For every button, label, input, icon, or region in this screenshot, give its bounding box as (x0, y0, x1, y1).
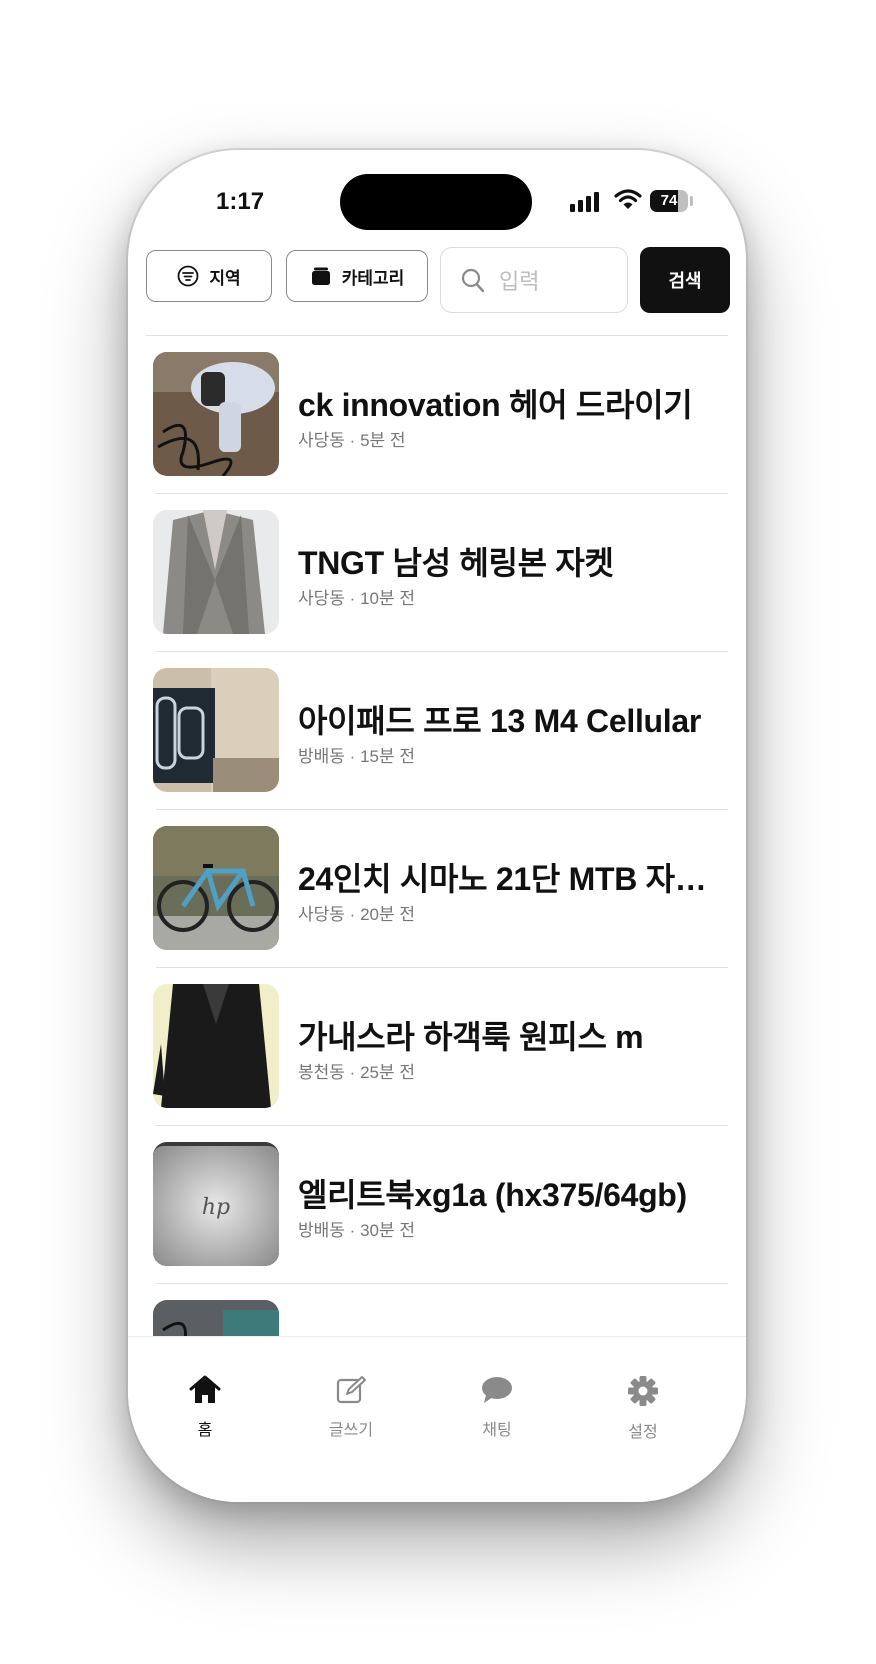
item-meta: 방배동 · 30분 전 (298, 1221, 415, 1240)
list-item[interactable]: hp 엘리트북xg1a (hx375/64gb) 방배동 · 30분 전 (148, 1128, 728, 1284)
header-divider (146, 335, 728, 336)
search-input[interactable] (497, 264, 621, 300)
list-item[interactable]: TNGT 남성 헤링본 자켓 사당동 · 10분 전 (148, 496, 728, 652)
item-thumbnail: hp (153, 1142, 279, 1266)
item-divider (156, 493, 728, 494)
category-icon (311, 267, 330, 285)
region-filter-label: 지역 (209, 268, 241, 288)
search-button[interactable]: 검색 (640, 247, 730, 313)
list-item[interactable]: 보쉬 GBH 2-26 RE 함마드릴 (148, 1286, 728, 1336)
search-icon (461, 268, 485, 293)
phone-frame: 1:17 74 지역 카테고리 입력 검색 ck innovation 헤어 드… (128, 150, 746, 1502)
dynamic-island (340, 174, 532, 230)
item-title: TNGT 남성 헤링본 자켓 (298, 545, 614, 581)
item-meta: 사당동 · 10분 전 (298, 589, 415, 608)
tab-write[interactable]: 글쓰기 (306, 1375, 396, 1440)
svg-text:hp: hp (202, 1195, 230, 1220)
battery-percent: 74 (660, 192, 678, 209)
item-thumbnail (153, 1300, 279, 1336)
status-bar: 1:17 74 (128, 150, 746, 230)
item-thumbnail (153, 984, 279, 1108)
gear-icon (628, 1376, 658, 1406)
edit-icon (336, 1376, 366, 1404)
list-item[interactable]: 아이패드 프로 13 M4 Cellular 방배동 · 15분 전 (148, 654, 728, 810)
cellular-signal-icon (570, 192, 602, 212)
category-filter-label: 카테고리 (341, 268, 405, 288)
list-item[interactable]: ck innovation 헤어 드라이기 사당동 · 5분 전 (148, 338, 728, 494)
item-title: 보쉬 GBH 2-26 RE 함마드릴 (298, 1328, 718, 1336)
tab-chat-label: 채팅 (482, 1422, 512, 1439)
tab-bar: 홈 글쓰기 채팅 설정 (128, 1336, 746, 1502)
filter-icon (177, 265, 199, 287)
chat-icon (482, 1377, 512, 1403)
category-filter-button[interactable]: 카테고리 (286, 250, 428, 302)
tab-write-label: 글쓰기 (328, 1422, 374, 1439)
tab-settings-label: 설정 (628, 1424, 658, 1441)
item-thumbnail (153, 668, 279, 792)
item-divider (156, 809, 728, 810)
item-divider (156, 967, 728, 968)
item-title: ck innovation 헤어 드라이기 (298, 387, 693, 423)
home-icon (189, 1375, 221, 1403)
battery-icon: 74 (650, 190, 688, 212)
item-thumbnail (153, 826, 279, 950)
tab-home[interactable]: 홈 (160, 1375, 250, 1440)
search-field[interactable] (440, 247, 628, 313)
item-divider (156, 1283, 728, 1284)
item-meta: 방배동 · 15분 전 (298, 747, 415, 766)
tab-settings[interactable]: 설정 (598, 1375, 688, 1442)
list-item[interactable]: 가내스라 하객룩 원피스 m 봉천동 · 25분 전 (148, 970, 728, 1126)
status-time: 1:17 (216, 188, 265, 215)
item-divider (156, 1125, 728, 1126)
tab-home-label: 홈 (197, 1422, 213, 1439)
region-filter-button[interactable]: 지역 (146, 250, 272, 302)
wifi-icon (614, 189, 642, 209)
item-title: 24인치 시마노 21단 MTB 자전거 (298, 861, 718, 897)
filter-bar: 지역 카테고리 검색 (146, 242, 730, 313)
tab-chat[interactable]: 채팅 (452, 1375, 542, 1440)
battery-cap (690, 196, 693, 206)
item-divider (156, 651, 728, 652)
item-thumbnail (153, 510, 279, 634)
list-item[interactable]: 24인치 시마노 21단 MTB 자전거 사당동 · 20분 전 (148, 812, 728, 968)
item-title: 가내스라 하객룩 원피스 m (298, 1019, 644, 1055)
item-meta: 봉천동 · 25분 전 (298, 1063, 415, 1082)
item-title: 아이패드 프로 13 M4 Cellular (298, 703, 702, 739)
item-meta: 사당동 · 20분 전 (298, 905, 415, 924)
item-title: 엘리트북xg1a (hx375/64gb) (298, 1177, 687, 1213)
item-meta: 사당동 · 5분 전 (298, 431, 406, 450)
item-list[interactable]: ck innovation 헤어 드라이기 사당동 · 5분 전 TNGT 남성… (128, 338, 746, 1336)
item-thumbnail (153, 352, 279, 476)
